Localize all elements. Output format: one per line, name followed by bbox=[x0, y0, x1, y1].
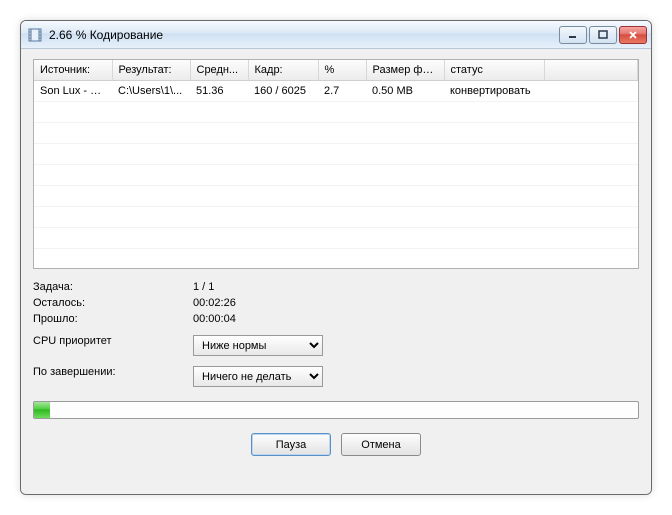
table-row: . bbox=[34, 228, 638, 249]
app-icon bbox=[27, 27, 43, 43]
col-source[interactable]: Источник: bbox=[34, 60, 112, 81]
col-percent[interactable]: % bbox=[318, 60, 366, 81]
table-row: . bbox=[34, 144, 638, 165]
col-avg[interactable]: Средн... bbox=[190, 60, 248, 81]
cell-status: конвертировать bbox=[444, 81, 544, 102]
col-size[interactable]: Размер фа... bbox=[366, 60, 444, 81]
cell-source: Son Lux - Ea... bbox=[34, 81, 112, 102]
cell-size: 0.50 MB bbox=[366, 81, 444, 102]
col-result[interactable]: Результат: bbox=[112, 60, 190, 81]
encoding-dialog: 2.66 % Кодирование bbox=[20, 20, 652, 495]
on-completion-label: По завершении: bbox=[33, 366, 193, 387]
close-button[interactable] bbox=[619, 26, 647, 44]
col-spare[interactable] bbox=[544, 60, 638, 81]
button-row: Пауза Отмена bbox=[33, 433, 639, 456]
minimize-button[interactable] bbox=[559, 26, 587, 44]
col-frame[interactable]: Кадр: bbox=[248, 60, 318, 81]
cell-result: C:\Users\1\... bbox=[112, 81, 190, 102]
elapsed-label: Прошло: bbox=[33, 313, 193, 325]
task-label: Задача: bbox=[33, 281, 193, 293]
task-value: 1 / 1 bbox=[193, 281, 639, 293]
maximize-button[interactable] bbox=[589, 26, 617, 44]
cancel-button[interactable]: Отмена bbox=[341, 433, 421, 456]
cell-frame: 160 / 6025 bbox=[248, 81, 318, 102]
pause-button[interactable]: Пауза bbox=[251, 433, 331, 456]
table-row: . bbox=[34, 123, 638, 144]
titlebar[interactable]: 2.66 % Кодирование bbox=[21, 21, 651, 49]
table-row[interactable]: Son Lux - Ea... C:\Users\1\... 51.36 160… bbox=[34, 81, 638, 102]
cell-avg: 51.36 bbox=[190, 81, 248, 102]
elapsed-value: 00:00:04 bbox=[193, 313, 639, 325]
progress-fill bbox=[34, 402, 50, 418]
table-row: . bbox=[34, 207, 638, 228]
cell-percent: 2.7 bbox=[318, 81, 366, 102]
col-status[interactable]: статус bbox=[444, 60, 544, 81]
info-panel: Задача: 1 / 1 Осталось: 00:02:26 Прошло:… bbox=[33, 281, 639, 387]
window-title: 2.66 % Кодирование bbox=[47, 28, 559, 42]
table-row: . bbox=[34, 165, 638, 186]
dialog-content: Источник: Результат: Средн... Кадр: % Ра… bbox=[21, 49, 651, 494]
table-row: . bbox=[34, 186, 638, 207]
encoding-queue-grid[interactable]: Источник: Результат: Средн... Кадр: % Ра… bbox=[33, 59, 639, 269]
cpu-priority-select[interactable]: Ниже нормы bbox=[193, 335, 323, 356]
table-row: . bbox=[34, 102, 638, 123]
cpu-priority-label: CPU приоритет bbox=[33, 335, 193, 356]
remaining-value: 00:02:26 bbox=[193, 297, 639, 309]
on-completion-select[interactable]: Ничего не делать bbox=[193, 366, 323, 387]
progress-bar bbox=[33, 401, 639, 419]
remaining-label: Осталось: bbox=[33, 297, 193, 309]
grid-header-row: Источник: Результат: Средн... Кадр: % Ра… bbox=[34, 60, 638, 81]
